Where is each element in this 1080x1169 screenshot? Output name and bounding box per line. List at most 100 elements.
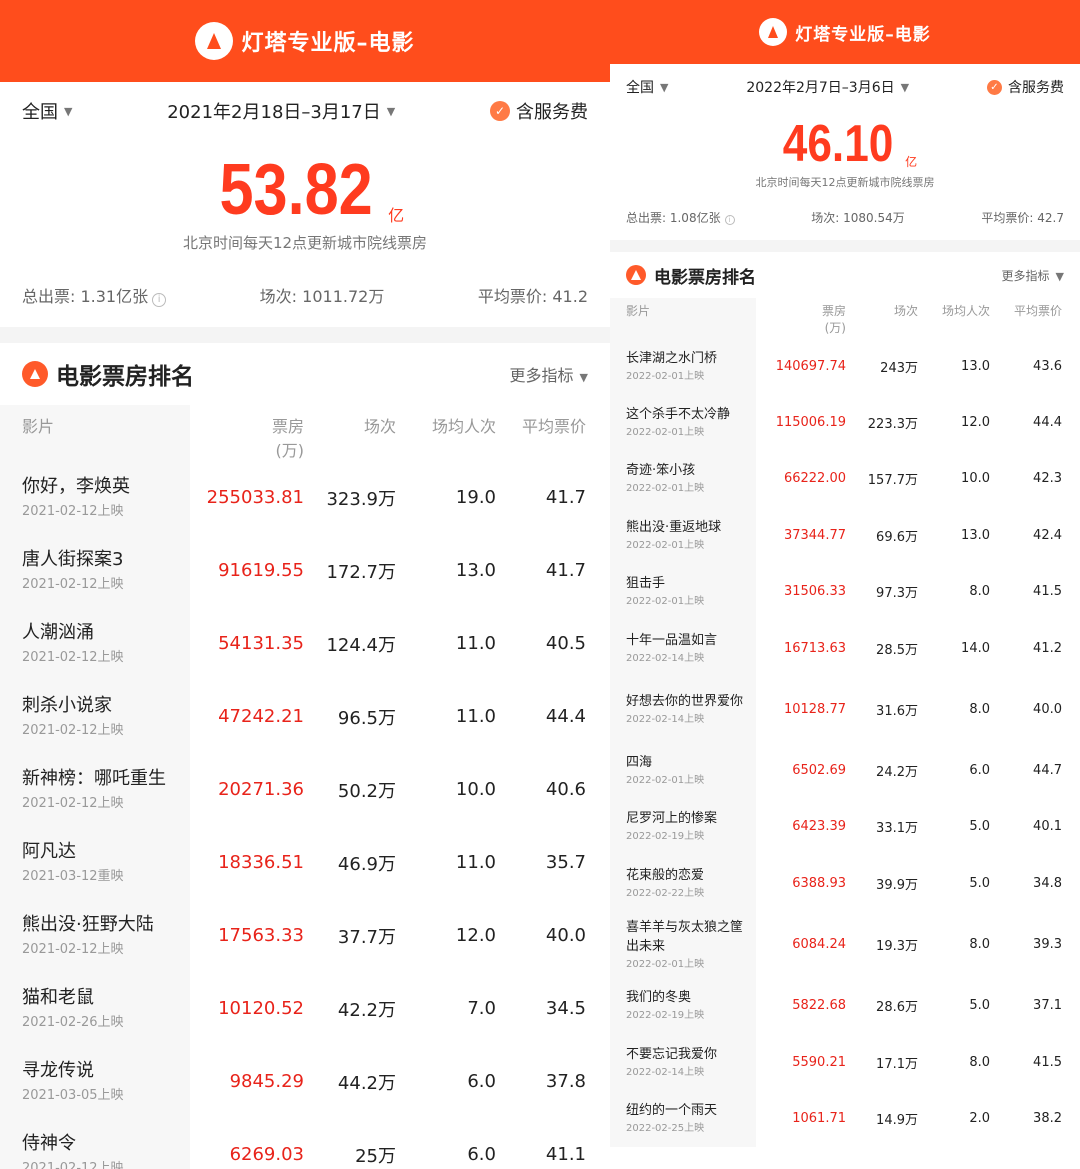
table-row[interactable]: 熊出没·重返地球 2022-02-01上映 37344.77 69.6万 13.0 42.…	[610, 507, 1080, 564]
caret-down-icon: ▼	[579, 371, 588, 384]
film-name: 熊出没·狂野大陆	[22, 913, 154, 935]
avg-people-value: 11.0	[455, 852, 496, 873]
col-sessions[interactable]: 场次	[308, 405, 400, 461]
table-row[interactable]: 阿凡达 2021-03-12重映 18336.51 46.9万 11.0 35.7	[0, 826, 610, 899]
release-date: 2021-02-12上映	[22, 795, 124, 811]
service-fee-label: 含服务费	[1007, 80, 1064, 96]
table-row[interactable]: 人潮汹涌 2021-02-12上映 54131.35 124.4万 11.0 40.5	[0, 607, 610, 680]
table-row[interactable]: 四海 2022-02-01上映 6502.69 24.2万 6.0 44.7	[610, 742, 1080, 799]
date-range-dropdown[interactable]: 2021年2月18日–3月17日 ▼	[167, 98, 395, 124]
film-name: 不要忘记我爱你	[626, 1046, 718, 1062]
col-box-office[interactable]: 票房 (万)	[190, 405, 308, 461]
film-name: 喜羊羊与灰太狼之筐出未来	[626, 919, 744, 954]
table-row[interactable]: 狙击手 2022-02-01上映 31506.33 97.3万 8.0 41.5	[610, 563, 1080, 620]
film-cell: 阿凡达 2021-03-12重映	[0, 826, 190, 899]
sessions-value: 243万	[880, 360, 918, 376]
avg-people-value: 8.0	[969, 584, 990, 600]
film-name: 长津湖之水门桥	[626, 350, 718, 366]
table-row[interactable]: 寻龙传说 2021-03-05上映 9845.29 44.2万 6.0 37.8	[0, 1045, 610, 1118]
box-office-value: 255033.81	[206, 487, 304, 508]
sessions-value: 172.7万	[326, 561, 396, 583]
table-row[interactable]: 你好，李焕英 2021-02-12上映 255033.81 323.9万 19.0 41.…	[0, 461, 610, 534]
region-dropdown[interactable]: 全国 ▼	[626, 77, 668, 97]
update-note: 北京时间每天12点更新城市院线票房	[755, 176, 935, 189]
col-avg-people[interactable]: 场均人次	[920, 298, 992, 338]
avg-people-value: 13.0	[961, 358, 990, 374]
info-icon[interactable]: i	[152, 293, 167, 307]
release-date: 2022-02-19上映	[626, 1010, 705, 1022]
avg-people-value: 6.0	[467, 1071, 496, 1092]
release-date: 2022-02-01上映	[626, 958, 705, 970]
table-row[interactable]: 我们的冬奥 2022-02-19上映 5822.68 28.6万 5.0 37.1	[610, 977, 1080, 1034]
avg-price-value: 44.4	[1033, 415, 1062, 431]
film-cell: 不要忘记我爱你 2022-02-14上映	[610, 1033, 756, 1091]
section-divider	[0, 327, 610, 343]
release-date: 2021-03-12重映	[22, 868, 124, 884]
sessions-value: 124.4万	[326, 634, 396, 656]
table-row[interactable]: 唐人街探案3 2021-02-12上映 91619.55 172.7万 13.0 41.7	[0, 534, 610, 607]
table-row[interactable]: 长津湖之水门桥 2022-02-01上映 140697.74 243万 13.0 43.6	[610, 338, 1080, 395]
avg-price-value: 41.2	[1033, 640, 1062, 656]
box-office-value: 66222.00	[783, 471, 846, 487]
col-sessions[interactable]: 场次	[848, 298, 920, 338]
box-office-summary: 46.10 亿 北京时间每天12点更新城市院线票房	[610, 118, 1080, 190]
col-box-office[interactable]: 票房 (万)	[756, 298, 848, 338]
film-name: 侍神令	[22, 1132, 76, 1154]
service-fee-toggle[interactable]: ✓ 含服务费	[490, 98, 588, 124]
sessions-value: 31.6万	[876, 703, 918, 719]
table-row[interactable]: 不要忘记我爱你 2022-02-14上映 5590.21 17.1万 8.0 41.5	[610, 1033, 1080, 1091]
region-dropdown[interactable]: 全国 ▼	[22, 98, 72, 124]
ranking-title: 电影票房排名	[22, 357, 194, 391]
more-metrics-dropdown[interactable]: 更多指标 ▼	[510, 362, 588, 386]
avg-people-value: 13.0	[455, 560, 496, 581]
filter-bar: 全国 ▼ 2022年2月7日–3月6日 ▼ ✓ 含服务费	[610, 64, 1080, 110]
table-row[interactable]: 十年一品温如言 2022-02-14上映 16713.63 28.5万 14.0 41.2	[610, 619, 1080, 677]
box-office-value: 37344.77	[783, 527, 846, 543]
service-fee-toggle[interactable]: ✓ 含服务费	[986, 77, 1064, 97]
avg-people-value: 8.0	[969, 937, 990, 953]
release-date: 2022-02-01上映	[626, 483, 705, 495]
table-row[interactable]: 尼罗河上的惨案 2022-02-19上映 6423.39 33.1万 5.0 40.1	[610, 798, 1080, 856]
table-row[interactable]: 侍神令 2021-02-12上映 6269.03 25万 6.0 41.1	[0, 1118, 610, 1169]
table-row[interactable]: 这个杀手不太冷静 2022-02-01上映 115006.19 223.3万 12.0 4…	[610, 394, 1080, 451]
film-name: 新神榜：哪吒重生	[22, 767, 166, 789]
col-film: 影片	[610, 298, 756, 338]
avg-people-value: 8.0	[969, 701, 990, 717]
sessions-value: 44.2万	[337, 1072, 396, 1094]
table-row[interactable]: 好想去你的世界爱你 2022-02-14上映 10128.77 31.6万 8.0 40.…	[610, 676, 1080, 743]
table-row[interactable]: 熊出没·狂野大陆 2021-02-12上映 17563.33 37.7万 12.0 40.…	[0, 899, 610, 972]
sessions-value: 33.1万	[876, 821, 918, 837]
table-row[interactable]: 新神榜：哪吒重生 2021-02-12上映 20271.36 50.2万 10.0 40.…	[0, 753, 610, 826]
table-row[interactable]: 奇迹·笨小孩 2022-02-01上映 66222.00 157.7万 10.0 42.3	[610, 450, 1080, 508]
col-avg-people[interactable]: 场均人次	[400, 405, 500, 461]
col-avg-price[interactable]: 平均票价	[500, 405, 610, 461]
avg-people-value: 7.0	[467, 998, 496, 1019]
more-metrics-dropdown[interactable]: 更多指标 ▼	[1002, 267, 1064, 284]
col-avg-price[interactable]: 平均票价	[992, 298, 1080, 338]
release-date: 2022-02-19上映	[626, 831, 705, 843]
release-date: 2022-02-14上映	[626, 713, 705, 725]
film-cell: 这个杀手不太冷静 2022-02-01上映	[610, 394, 756, 451]
info-icon[interactable]: i	[724, 214, 735, 225]
film-cell: 狙击手 2022-02-01上映	[610, 563, 756, 620]
table-row[interactable]: 花束般的恋爱 2022-02-22上映 6388.93 39.9万 5.0 34.8	[610, 855, 1080, 912]
table-header-row: 影片 票房 (万) 场次 场均人次 平均票价	[0, 405, 610, 461]
film-cell: 四海 2022-02-01上映	[610, 742, 756, 799]
table-row[interactable]: 刺杀小说家 2021-02-12上映 47242.21 96.5万 11.0 44.4	[0, 680, 610, 753]
box-office-value: 20271.36	[218, 779, 304, 800]
table-row[interactable]: 纽约的一个雨天 2022-02-25上映 1061.71 14.9万 2.0 38.2	[610, 1090, 1080, 1147]
total-tickets: 总出票: 1.31亿张 i	[22, 283, 167, 307]
total-unit: 亿	[388, 208, 405, 225]
lighthouse-badge-icon	[626, 265, 646, 285]
avg-people-value: 12.0	[455, 925, 496, 946]
film-cell: 新神榜：哪吒重生 2021-02-12上映	[0, 753, 190, 826]
film-cell: 我们的冬奥 2022-02-19上映	[610, 977, 756, 1034]
box-office-value: 10128.77	[783, 701, 846, 717]
avg-price-value: 38.2	[1033, 1110, 1062, 1126]
table-header-row: 影片 票房 (万) 场次 场均人次 平均票价	[610, 298, 1080, 338]
table-row[interactable]: 猫和老鼠 2021-02-26上映 10120.52 42.2万 7.0 34.5	[0, 972, 610, 1045]
table-row[interactable]: 喜羊羊与灰太狼之筐出未来 2022-02-01上映 6084.24 19.3万 8.0 3…	[610, 911, 1080, 978]
date-range-dropdown[interactable]: 2022年2月7日–3月6日 ▼	[746, 77, 909, 97]
film-name: 四海	[626, 755, 653, 771]
sessions-value: 24.2万	[876, 765, 918, 781]
